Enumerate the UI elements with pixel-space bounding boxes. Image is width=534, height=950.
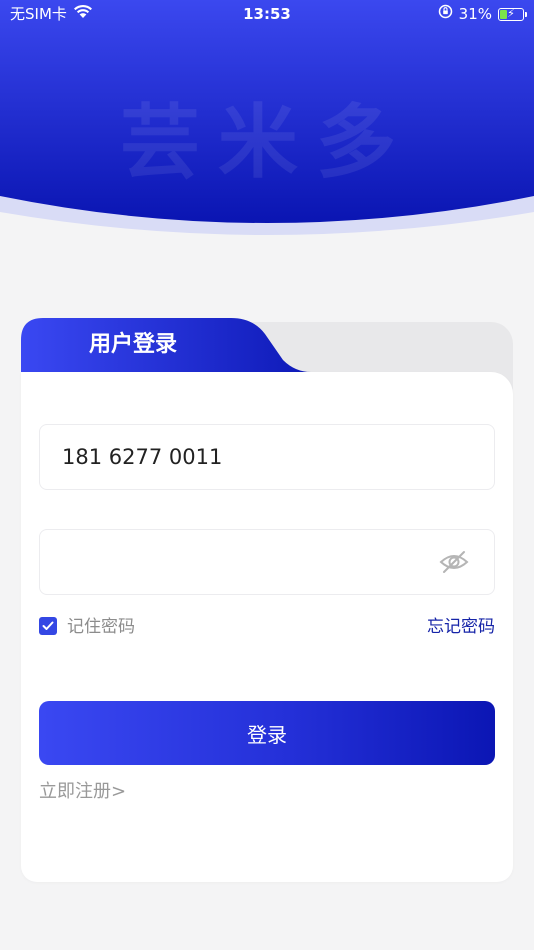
login-screen: 无SIM卡 13:53 31% ⚡ 芸米多 用户登录 181 6277 0011… (0, 0, 534, 950)
password-field (39, 529, 495, 595)
password-input[interactable] (62, 530, 422, 594)
brand-watermark: 芸米多 (120, 96, 414, 189)
checkmark-icon (42, 621, 54, 630)
status-bar: 无SIM卡 13:53 31% ⚡ (0, 0, 534, 28)
charging-bolt-icon: ⚡ (507, 6, 515, 20)
remember-label[interactable]: 记住密码 (67, 615, 135, 639)
remember-row: 记住密码 忘记密码 (39, 615, 495, 639)
orientation-lock-icon (438, 0, 453, 28)
login-tab-label: 用户登录 (88, 332, 177, 357)
register-link[interactable]: 立即注册> (39, 780, 126, 804)
login-button[interactable]: 登录 (39, 701, 495, 765)
battery-charging-icon: ⚡ (498, 6, 527, 21)
phone-field (39, 424, 495, 490)
phone-input[interactable] (62, 425, 422, 489)
eye-off-icon[interactable] (438, 549, 470, 575)
forgot-password-link[interactable]: 忘记密码 (427, 615, 495, 639)
remember-checkbox[interactable] (39, 617, 57, 635)
login-card: 记住密码 忘记密码 登录 立即注册> (21, 372, 513, 882)
battery-percent: 31% (458, 5, 492, 23)
